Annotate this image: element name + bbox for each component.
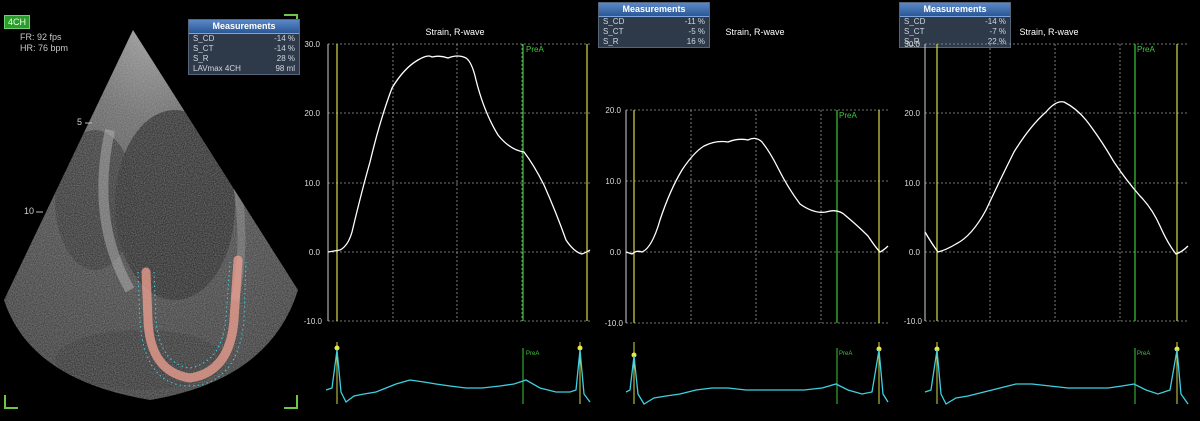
y-tick-label: 10.0 bbox=[304, 179, 320, 188]
frame-corner-br bbox=[284, 395, 298, 409]
measurements-box-left[interactable]: Measurements S_CD -14 % S_CT -14 % S_R 28 %… bbox=[188, 19, 300, 75]
y-tick-label: -10.0 bbox=[605, 319, 624, 328]
prea-ecg-label: PreA bbox=[1137, 351, 1150, 357]
y-tick-label: 10.0 bbox=[605, 177, 621, 186]
y-tick-label: 10.0 bbox=[904, 179, 920, 188]
frame-rate-readout: FR: 92 fps bbox=[20, 32, 62, 42]
prea-ecg-label: PreA bbox=[839, 351, 852, 357]
frame-corner-tl bbox=[4, 16, 16, 28]
y-tick-label: 20.0 bbox=[304, 109, 320, 118]
y-tick-label: 20.0 bbox=[605, 106, 621, 115]
r-wave-marker[interactable] bbox=[577, 345, 583, 351]
prea-ecg-label: PreA bbox=[526, 351, 539, 357]
y-tick-label: 0.0 bbox=[909, 248, 921, 257]
strain-panel-1[interactable]: 30.0 20.0 10.0 0.0 -10.0 PreA PreA bbox=[300, 0, 600, 421]
measurement-row: LAVmax 4CH 98 ml bbox=[193, 64, 295, 73]
strain-panel-2[interactable]: 20.0 10.0 0.0 -10.0 PreA PreA bbox=[600, 0, 900, 421]
y-tick-label: 0.0 bbox=[309, 248, 321, 257]
prea-marker-label: PreA bbox=[1137, 45, 1155, 54]
measurement-row: S_R 28 % bbox=[193, 54, 295, 63]
y-tick-label: 0.0 bbox=[610, 248, 622, 257]
measurement-row: S_CD -14 % bbox=[193, 34, 295, 43]
strain-panel-3[interactable]: 30.0 20.0 10.0 0.0 -10.0 PreA PreA bbox=[900, 0, 1200, 421]
y-tick-label: 30.0 bbox=[904, 40, 920, 49]
strain-curve bbox=[924, 101, 1189, 255]
y-tick-label: -10.0 bbox=[904, 317, 923, 326]
depth-label-10: 10 bbox=[24, 206, 35, 216]
measurements-header: Measurements bbox=[189, 20, 299, 34]
depth-label-5: 5 bbox=[77, 117, 83, 127]
y-tick-label: -10.0 bbox=[304, 317, 323, 326]
strain-curve bbox=[327, 55, 591, 255]
y-tick-label: 20.0 bbox=[904, 109, 920, 118]
frame-corner-bl bbox=[4, 395, 18, 409]
prea-marker-label: PreA bbox=[526, 45, 544, 54]
measurement-row: S_CT -14 % bbox=[193, 44, 295, 53]
ecg-trace bbox=[625, 349, 889, 405]
prea-marker-label: PreA bbox=[839, 111, 857, 120]
heart-rate-readout: HR: 76 bpm bbox=[20, 43, 69, 53]
ecg-trace bbox=[325, 349, 591, 403]
r-wave-marker[interactable] bbox=[334, 345, 340, 351]
ecg-trace bbox=[924, 349, 1189, 405]
strain-curve bbox=[625, 137, 889, 255]
y-tick-label: 30.0 bbox=[304, 40, 320, 49]
